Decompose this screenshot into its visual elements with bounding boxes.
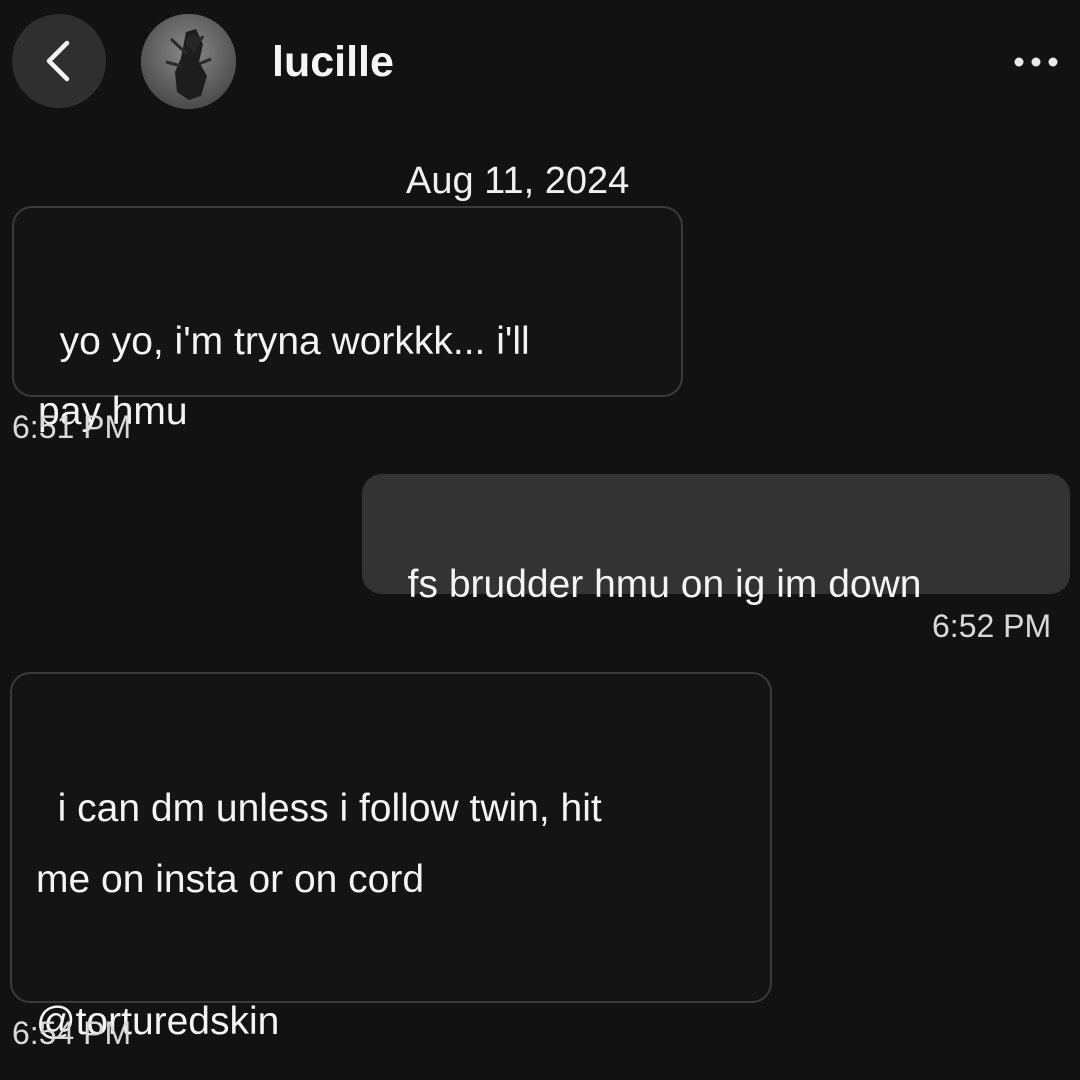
more-options-button[interactable] — [1006, 44, 1066, 80]
chevron-left-icon — [46, 40, 70, 82]
back-button[interactable] — [12, 14, 106, 108]
avatar[interactable] — [141, 14, 236, 109]
message-bubble-incoming[interactable]: yo yo, i'm tryna workkk... i'll pay hmu — [12, 206, 683, 433]
avatar-image — [141, 14, 236, 109]
date-separator: Aug 11, 2024 — [404, 157, 636, 205]
more-horizontal-icon — [1014, 57, 1058, 67]
message-text: i can dm unless i follow twin, hit me on… — [36, 787, 602, 1043]
message-timestamp: 6:51 PM — [12, 409, 132, 445]
message-bubble-outgoing[interactable]: fs brudder hmu on ig im down — [362, 474, 1070, 606]
chat-username[interactable]: lucille — [272, 36, 394, 88]
message-timestamp: 6:54 PM — [12, 1015, 132, 1051]
message-text: fs brudder hmu on ig im down — [407, 563, 922, 606]
message-timestamp: 6:52 PM — [932, 608, 1052, 644]
chat-header: lucille — [0, 0, 1080, 125]
message-bubble-incoming[interactable]: i can dm unless i follow twin, hit me on… — [10, 672, 772, 1043]
